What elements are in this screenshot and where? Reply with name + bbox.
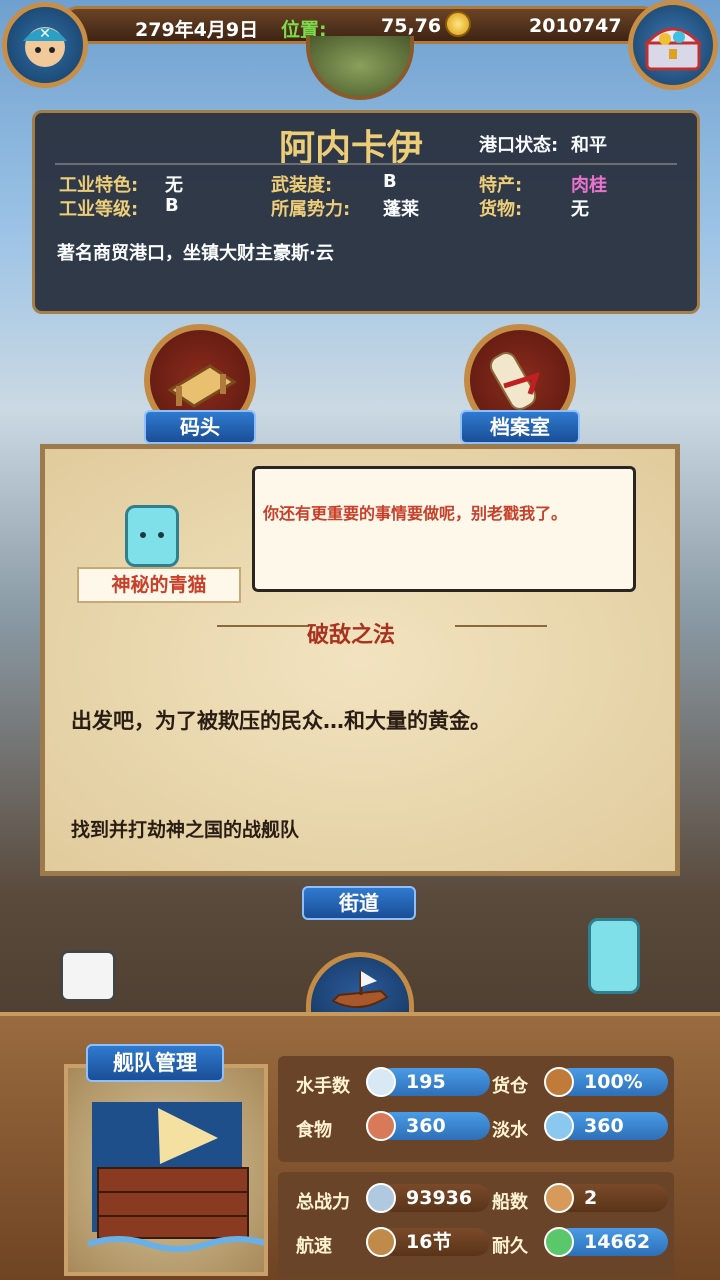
faction-label: 所属势力: [271,199,351,220]
goods-value: 无 [571,199,589,220]
archive-button[interactable]: 档案室 [448,324,592,444]
speaker-name: 神秘的青猫 [77,567,241,603]
armament-label: 武装度: [271,175,333,196]
street-button[interactable]: 街道 [302,886,416,920]
ornament-left-icon [217,625,309,627]
sailor-icon [366,1067,396,1097]
industry-level-label: 工业等级: [59,199,139,220]
sailors-label: 水手数 [296,1076,350,1097]
port-status-value: 和平 [571,135,607,156]
port-status-label: 港口状态: [479,135,559,156]
ship-speed-icon [366,1227,396,1257]
durability-label: 耐久 [492,1236,528,1257]
crossed-swords-icon [366,1183,396,1213]
fleet-management-title[interactable]: 舰队管理 [86,1044,224,1082]
speech-text: 你还有更重要的事情要做呢，别老戳我了。 [263,504,568,523]
world-map-globe-button[interactable] [306,36,414,100]
section-title: 破敌之法 [307,623,396,648]
speech-bubble: 你还有更重要的事情要做呢，别老戳我了。 [252,466,636,592]
player-avatar[interactable]: ✕ [2,2,88,88]
specialty-value: 肉桂 [571,175,607,196]
industry-level-value: B [165,195,179,216]
quest-objective: 找到并打劫神之国的战舰队 [71,819,300,841]
port-description: 著名商贸港口，坐镇大财主豪斯·云 [57,243,334,264]
meat-icon [366,1111,396,1141]
cargo-crate-icon [544,1067,574,1097]
water-label: 淡水 [492,1120,528,1141]
gold-coin-icon [445,11,471,37]
ship-count-icon [544,1183,574,1213]
speed-label: 航速 [296,1236,332,1257]
archive-label: 档案室 [460,410,580,444]
ship-cutaway-icon [87,1102,269,1252]
ornament-right-icon [455,625,547,627]
treasure-chest-button[interactable] [628,0,718,90]
durability-icon [544,1227,574,1257]
dock-label: 码头 [144,410,256,444]
white-cube-mascot-icon[interactable] [60,950,116,1002]
ship-portrait-frame[interactable] [64,1064,269,1276]
fleet-panel: 舰队管理 水手数 195 货仓 100% 食物 360 淡水 360 总战力 9… [0,1012,720,1280]
blue-cat-mascot-icon[interactable] [588,918,640,994]
gold-amount: 2010747 [529,15,622,37]
ship-count-label: 船数 [492,1192,528,1213]
faction-value: 蓬莱 [383,199,419,220]
coordinates: 75,76 [381,15,442,37]
dialog-body: 出发吧，为了被欺压的民众…和大量的黄金。 [71,709,491,733]
specialty-label: 特产: [479,175,523,196]
pirate-avatar-icon: ✕ [23,26,67,67]
armament-value: B [383,171,397,192]
total-power-label: 总战力 [296,1192,350,1213]
cargo-label: 货仓 [492,1076,528,1097]
port-info-panel: 阿内卡伊 港口状态: 和平 工业特色: 无 武装度: B 特产: 肉桂 工业等级… [32,110,700,314]
blue-cat-icon [125,505,179,567]
industry-feature-value: 无 [165,175,183,196]
dock-button[interactable]: 码头 [128,324,272,444]
svg-text:✕: ✕ [39,26,51,42]
food-label: 食物 [296,1120,332,1141]
game-date: 279年4月9日 [135,19,259,41]
divider [55,163,677,165]
industry-feature-label: 工业特色: [59,175,139,196]
goods-label: 货物: [479,199,523,220]
water-jug-icon [544,1111,574,1141]
treasure-chest-icon [643,27,703,71]
